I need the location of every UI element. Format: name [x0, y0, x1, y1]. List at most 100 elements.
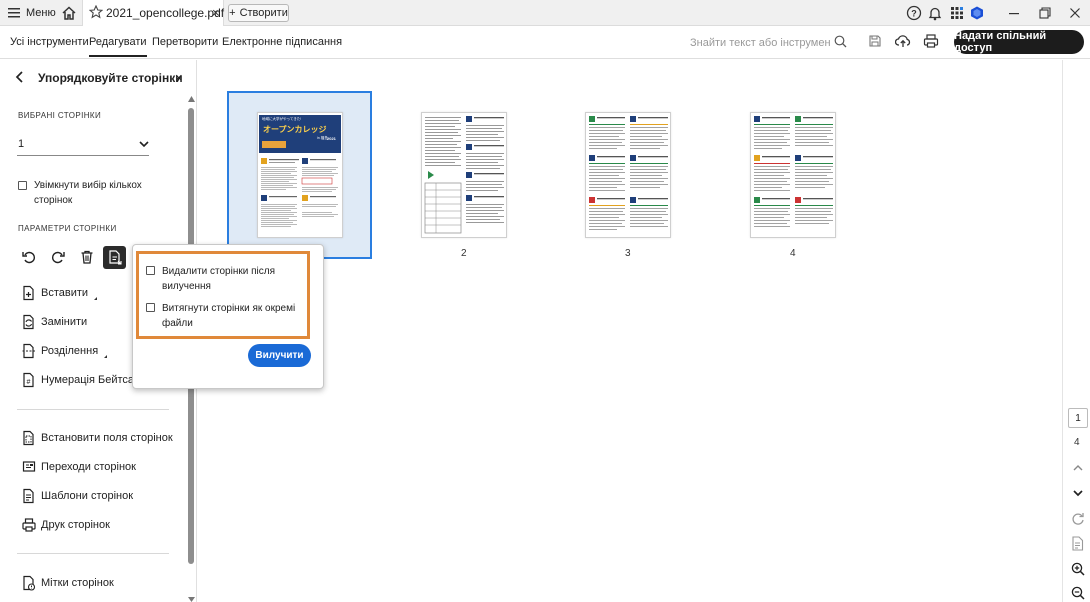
document-tab[interactable]: 2021_opencollege.pdf × — [82, 0, 224, 26]
extract-separate-files-label: Витягнути сторінки як окремі — [162, 303, 296, 314]
app-logo-icon — [969, 5, 985, 21]
page-templates-label: Шаблони сторінок — [41, 490, 134, 502]
page-number-2: 2 — [461, 248, 467, 259]
back-arrow-icon[interactable] — [14, 70, 26, 84]
extract-separate-files-label-cont: файли — [162, 318, 193, 329]
split-item[interactable]: Розділення — [22, 342, 108, 360]
print-pages-item[interactable]: Друк сторінок — [22, 516, 110, 534]
page-number-4: 4 — [790, 248, 796, 259]
thumb1-banner-line: 地域に大学がやってきた! — [262, 117, 302, 121]
page-transitions-label: Переходи сторінок — [41, 461, 136, 473]
rotate-left-icon[interactable] — [21, 249, 37, 265]
menu-button[interactable]: Меню — [8, 5, 56, 21]
svg-text:#: # — [27, 379, 31, 386]
page-templates-item[interactable]: Шаблони сторінок — [22, 487, 133, 505]
search-icon[interactable] — [834, 35, 847, 48]
tab-all-tools[interactable]: Усі інструменти — [10, 36, 89, 48]
extract-pages-button[interactable] — [103, 246, 126, 269]
split-icon — [22, 343, 36, 359]
star-icon[interactable] — [89, 5, 103, 19]
replace-pages-item[interactable]: Замінити — [22, 313, 87, 331]
cloud-upload-icon[interactable] — [895, 33, 911, 49]
print-icon[interactable] — [923, 33, 939, 49]
insert-pages-item[interactable]: Вставити — [22, 284, 98, 302]
scroll-down-arrow-icon[interactable] — [188, 597, 195, 602]
delete-page-icon[interactable] — [79, 249, 95, 265]
page-params-heading: ПАРАМЕТРИ СТОРІНКИ — [18, 224, 117, 233]
bates-numbering-label: Нумерація Бейтса — [41, 374, 135, 386]
help-icon[interactable]: ? — [906, 5, 922, 21]
submenu-indicator — [94, 296, 98, 300]
zoom-in-icon[interactable] — [1071, 562, 1085, 576]
restore-icon[interactable] — [1036, 4, 1054, 22]
new-tab-label: Створити — [239, 7, 288, 19]
close-panel-icon[interactable]: × — [175, 70, 183, 85]
apps-grid-icon[interactable] — [949, 5, 965, 21]
page-labels-label: Мітки сторінок — [41, 577, 114, 589]
title-bar: Меню 2021_opencollege.pdf × + Створити ? — [0, 0, 1090, 26]
split-label: Розділення — [41, 345, 99, 357]
delete-after-extract-label: Видалити сторінки після — [162, 266, 275, 277]
page-labels-item[interactable]: Мітки сторінок — [22, 574, 114, 592]
home-icon[interactable] — [60, 4, 78, 22]
chevron-down-icon[interactable] — [1072, 489, 1084, 497]
page-transitions-icon — [22, 461, 36, 472]
bates-numbering-icon: # — [23, 372, 34, 388]
page-thumbnail-3[interactable] — [585, 112, 671, 238]
page-boxes-icon — [23, 430, 34, 446]
extract-button[interactable]: Вилучити — [248, 344, 311, 367]
tab-edit[interactable]: Редагувати — [89, 36, 147, 57]
selected-pages-heading: ВИБРАНІ СТОРІНКИ — [18, 111, 102, 120]
page-view-icon[interactable] — [1072, 536, 1084, 551]
extract-page-icon — [107, 249, 123, 266]
page-boxes-item[interactable]: Встановити поля сторінок — [22, 429, 173, 447]
panel-divider — [17, 553, 169, 554]
rotate-right-icon[interactable] — [50, 249, 66, 265]
multi-select-label: Увімкнути вибір кількох — [34, 180, 142, 191]
page-labels-icon — [23, 575, 36, 591]
panel-title: Упорядковуйте сторінки — [38, 71, 183, 85]
print-pages-icon — [22, 518, 36, 532]
page-transitions-item[interactable]: Переходи сторінок — [22, 458, 136, 476]
page-thumbnail-1[interactable]: 地域に大学がやってきた! オープンカレッジ in 福島 2021 — [257, 112, 343, 238]
svg-text:?: ? — [911, 9, 917, 19]
thumb1-body — [260, 157, 340, 237]
document-tab-title: 2021_opencollege.pdf — [106, 6, 225, 20]
insert-pages-label: Вставити — [41, 287, 89, 299]
minimize-icon[interactable] — [1005, 4, 1023, 22]
tab-convert[interactable]: Перетворити — [152, 36, 218, 48]
print-pages-label: Друк сторінок — [41, 519, 110, 531]
total-pages: 4 — [1074, 437, 1080, 448]
scroll-up-arrow-icon[interactable] — [188, 96, 195, 102]
new-tab-button[interactable]: + Створити — [228, 4, 289, 22]
current-page-input[interactable]: 1 — [1068, 408, 1088, 428]
replace-page-icon — [23, 314, 34, 330]
thumb1-banner-tag — [262, 141, 286, 148]
submenu-indicator — [104, 354, 108, 358]
refresh-icon[interactable] — [1071, 512, 1085, 526]
multi-select-label-cont: сторінок — [34, 195, 73, 206]
bates-numbering-item[interactable]: # Нумерація Бейтса — [22, 371, 144, 389]
search-input[interactable] — [690, 34, 830, 52]
page-number-3: 3 — [625, 248, 631, 259]
tab-e-sign[interactable]: Електронне підписання — [222, 36, 342, 48]
thumb1-banner-title: オープンカレッジ — [263, 125, 327, 134]
extract-separate-files-checkbox[interactable] — [146, 303, 155, 312]
page-thumbnail-4[interactable] — [750, 112, 836, 238]
selected-pages-value: 1 — [18, 138, 25, 150]
multi-select-checkbox[interactable] — [18, 181, 27, 190]
save-icon[interactable] — [868, 34, 882, 48]
thumb1-banner: 地域に大学がやってきた! オープンカレッジ in 福島 2021 — [259, 115, 341, 153]
delete-after-extract-checkbox[interactable] — [146, 266, 155, 275]
panel-divider — [17, 409, 169, 410]
selected-pages-dropdown[interactable]: 1 — [17, 134, 149, 156]
close-window-icon[interactable] — [1066, 4, 1084, 22]
page-templates-icon — [23, 488, 34, 504]
close-tab-icon[interactable]: × — [212, 5, 220, 20]
thumb1-banner-year: 2021 — [327, 136, 336, 141]
chevron-up-icon[interactable] — [1072, 464, 1084, 472]
bell-icon[interactable] — [927, 5, 943, 21]
zoom-out-icon[interactable] — [1071, 586, 1085, 600]
share-button[interactable]: Надати спільний доступ — [954, 30, 1084, 54]
page-thumbnail-2[interactable] — [421, 112, 507, 238]
